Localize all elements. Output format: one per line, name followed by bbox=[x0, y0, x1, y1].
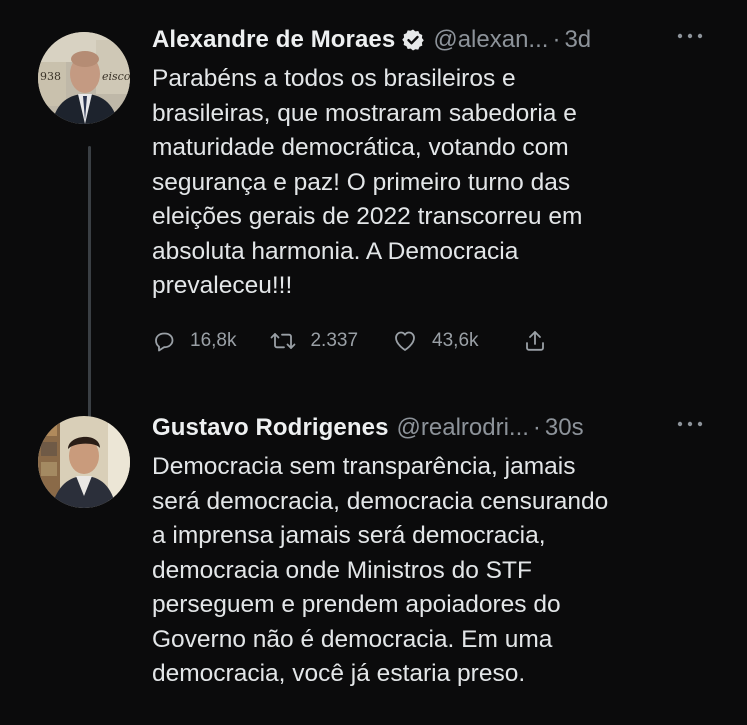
retweet-count: 2.337 bbox=[310, 329, 359, 351]
separator-dot: · bbox=[552, 26, 561, 53]
avatar-text-2: eisco bbox=[102, 70, 130, 83]
tweet-text-line: Parabéns a todos os brasileiros e bbox=[152, 65, 516, 92]
reply-button[interactable]: 16,8k bbox=[152, 329, 236, 353]
separator-dot: · bbox=[532, 414, 541, 441]
tweet-text-line: democracia onde Ministros do STF bbox=[152, 556, 532, 584]
tweet-text-line: Governo não é democracia. Em uma bbox=[152, 625, 553, 653]
tweet-text-line: segurança e paz! O primeiro turno das bbox=[152, 168, 571, 196]
avatar-gustavo[interactable] bbox=[38, 416, 130, 508]
like-count: 43,6k bbox=[432, 329, 479, 351]
author-name[interactable]: Alexandre de Moraes bbox=[152, 26, 395, 54]
tweet-text-line: absoluta harmonia. A Democracia bbox=[152, 237, 519, 265]
thread-connector-line bbox=[88, 146, 91, 418]
more-horizontal-icon[interactable] bbox=[673, 24, 707, 48]
tweet-text-line: será democracia, democracia censurando bbox=[152, 487, 609, 515]
tweet-text-line: democracia, você já estaria preso. bbox=[152, 660, 526, 687]
tweet-header: Alexandre de Moraes @alexan... · 3d bbox=[152, 20, 723, 60]
tweet-text-line: Democracia sem transparência, jamais bbox=[152, 453, 576, 480]
share-icon bbox=[525, 330, 544, 351]
share-button[interactable] bbox=[523, 329, 561, 353]
author-name[interactable]: Gustavo Rodrigenes bbox=[152, 414, 389, 442]
like-button[interactable]: 43,6k bbox=[392, 329, 479, 353]
author-handle[interactable]: @realrodri... bbox=[397, 414, 529, 442]
tweet-text-line: maturidade democrática, votando com bbox=[152, 134, 569, 161]
tweet-text-line: prevaleceu!!! bbox=[152, 272, 293, 299]
avatar-text-1: 938 bbox=[40, 70, 61, 83]
retweet-button[interactable]: 2.337 bbox=[270, 329, 358, 353]
tweet-actions: 16,8k 2.337 43,6k bbox=[152, 324, 723, 358]
tweet-text: Democracia sem transparência, jamais ser… bbox=[152, 450, 712, 692]
tweet-timestamp[interactable]: 30s bbox=[545, 414, 584, 442]
tweet-text-line: a imprensa jamais será democracia, bbox=[152, 522, 546, 549]
like-icon bbox=[395, 331, 415, 351]
verified-badge-icon bbox=[401, 28, 425, 52]
tweet-timestamp[interactable]: 3d bbox=[564, 26, 591, 54]
tweet-text-line: perseguem e prendem apoiadores do bbox=[152, 591, 561, 618]
avatar-alexandre[interactable]: 938 eisco bbox=[38, 32, 130, 124]
reply-icon bbox=[155, 332, 174, 351]
author-handle[interactable]: @alexan... bbox=[433, 26, 548, 54]
tweet-text-line: brasileiras, que mostraram sabedoria e bbox=[152, 99, 577, 127]
tweet-thread: 938 eisco Alexandre de Moraes @alexan...… bbox=[0, 0, 747, 725]
tweet-header: Gustavo Rodrigenes @realrodri... · 30s bbox=[152, 408, 723, 448]
more-horizontal-icon[interactable] bbox=[673, 412, 707, 436]
tweet-text: Parabéns a todos os brasileiros e brasil… bbox=[152, 62, 712, 304]
tweet-text-line: eleições gerais de 2022 transcorreu em bbox=[152, 203, 583, 230]
reply-count: 16,8k bbox=[190, 329, 237, 351]
retweet-icon bbox=[271, 332, 296, 349]
